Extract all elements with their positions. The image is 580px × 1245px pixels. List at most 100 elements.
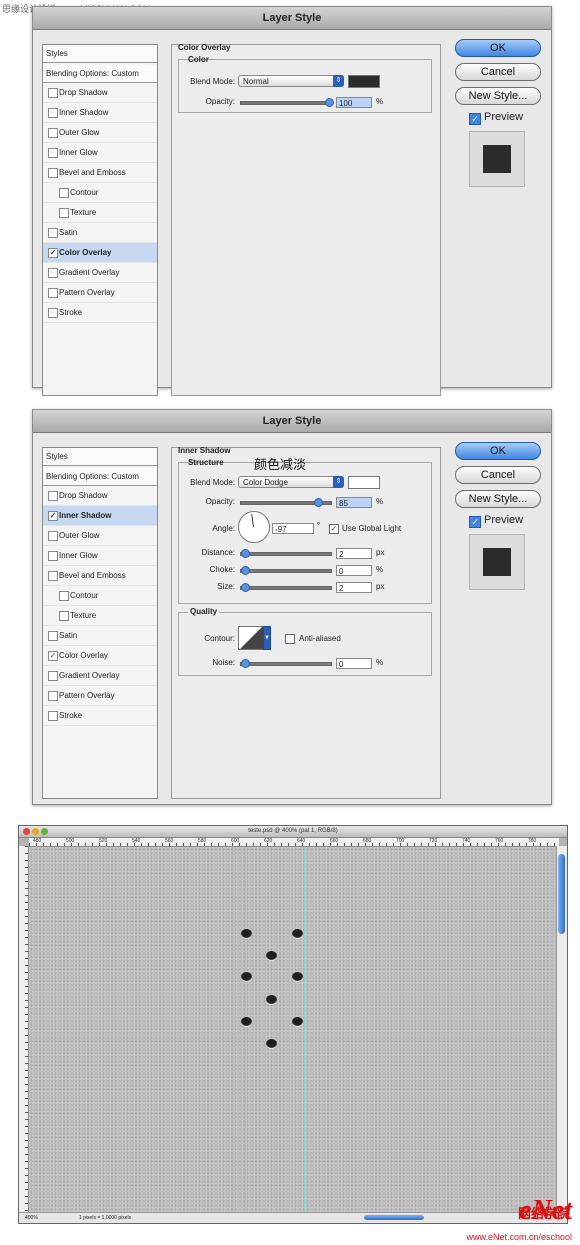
style-checkbox[interactable] bbox=[48, 88, 58, 98]
contour-thumbnail[interactable] bbox=[238, 626, 264, 650]
sidebar-item-pattern-overlay[interactable]: Pattern Overlay bbox=[43, 686, 157, 706]
contour-dropdown-arrow-icon[interactable]: ▼ bbox=[263, 626, 271, 650]
style-checkbox[interactable] bbox=[48, 148, 58, 158]
opacity-field[interactable]: 100 bbox=[336, 97, 372, 108]
sidebar-item-outer-glow[interactable]: Outer Glow bbox=[43, 123, 157, 143]
sidebar-item-color-overlay[interactable]: ✓ Color Overlay bbox=[43, 646, 157, 666]
sidebar-item-inner-shadow[interactable]: Inner Shadow bbox=[43, 103, 157, 123]
sidebar-item-contour[interactable]: Contour bbox=[43, 183, 157, 203]
zoom-window-icon[interactable] bbox=[41, 828, 48, 835]
style-checkbox[interactable] bbox=[48, 571, 58, 581]
image-canvas[interactable] bbox=[29, 847, 555, 1212]
noise-slider[interactable] bbox=[240, 659, 332, 668]
sidebar-item-gradient-overlay[interactable]: Gradient Overlay bbox=[43, 263, 157, 283]
style-checkbox[interactable] bbox=[59, 591, 69, 601]
sidebar-item-inner-glow[interactable]: Inner Glow bbox=[43, 143, 157, 163]
blending-options-item[interactable]: Blending Options: Custom bbox=[43, 65, 157, 83]
style-checkbox[interactable] bbox=[48, 671, 58, 681]
vertical-scrollbar[interactable] bbox=[556, 846, 567, 1212]
style-checkbox[interactable] bbox=[48, 308, 58, 318]
style-checkbox[interactable] bbox=[48, 228, 58, 238]
angle-field[interactable]: -97 bbox=[272, 523, 314, 534]
overlay-color-swatch[interactable] bbox=[348, 75, 380, 88]
document-info[interactable]: 1 pixels = 1.0000 pixels bbox=[79, 1213, 131, 1223]
style-checkbox[interactable] bbox=[59, 188, 69, 198]
sidebar-item-color-overlay[interactable]: ✓ Color Overlay bbox=[43, 243, 157, 263]
sidebar-item-drop-shadow[interactable]: Drop Shadow bbox=[43, 83, 157, 103]
anti-aliased-checkbox[interactable] bbox=[285, 634, 295, 644]
noise-field[interactable]: 0 bbox=[336, 658, 372, 669]
ok-button[interactable]: OK bbox=[455, 442, 541, 460]
sidebar-item-drop-shadow[interactable]: Drop Shadow bbox=[43, 486, 157, 506]
size-slider-knob[interactable] bbox=[241, 583, 250, 592]
style-checkbox[interactable] bbox=[48, 168, 58, 178]
style-checkbox[interactable] bbox=[48, 128, 58, 138]
style-checkbox[interactable] bbox=[48, 108, 58, 118]
cancel-button[interactable]: Cancel bbox=[455, 466, 541, 484]
styles-header[interactable]: Styles bbox=[43, 448, 157, 466]
sidebar-item-outer-glow[interactable]: Outer Glow bbox=[43, 526, 157, 546]
sidebar-item-inner-glow[interactable]: Inner Glow bbox=[43, 546, 157, 566]
sidebar-item-stroke[interactable]: Stroke bbox=[43, 706, 157, 726]
new-style-button[interactable]: New Style... bbox=[455, 87, 541, 105]
noise-slider-knob[interactable] bbox=[241, 659, 250, 668]
sidebar-item-stroke[interactable]: Stroke bbox=[43, 303, 157, 323]
style-checkbox[interactable]: ✓ bbox=[48, 511, 58, 521]
minimize-window-icon[interactable] bbox=[32, 828, 39, 835]
sidebar-item-bevel-and-emboss[interactable]: Bevel and Emboss bbox=[43, 566, 157, 586]
new-style-button[interactable]: New Style... bbox=[455, 490, 541, 508]
vertical-scroll-thumb[interactable] bbox=[558, 854, 565, 934]
style-checkbox[interactable] bbox=[59, 611, 69, 621]
size-slider[interactable] bbox=[240, 583, 332, 592]
distance-slider[interactable] bbox=[240, 549, 332, 558]
blend-mode-dropdown[interactable]: Color Dodge ⇕ bbox=[238, 476, 344, 488]
blending-options-item[interactable]: Blending Options: Custom bbox=[43, 468, 157, 486]
sidebar-item-pattern-overlay[interactable]: Pattern Overlay bbox=[43, 283, 157, 303]
cancel-button[interactable]: Cancel bbox=[455, 63, 541, 81]
style-checkbox[interactable] bbox=[48, 531, 58, 541]
shadow-color-swatch[interactable] bbox=[348, 476, 380, 489]
preview-checkbox[interactable]: ✓ bbox=[469, 516, 481, 528]
opacity-slider-knob[interactable] bbox=[314, 498, 323, 507]
zoom-level[interactable]: 400% bbox=[25, 1213, 38, 1223]
horizontal-ruler[interactable] bbox=[29, 838, 559, 847]
sidebar-item-satin[interactable]: Satin bbox=[43, 223, 157, 243]
opacity-field[interactable]: 85 bbox=[336, 497, 372, 508]
ok-button[interactable]: OK bbox=[455, 39, 541, 57]
preview-checkbox[interactable]: ✓ bbox=[469, 113, 481, 125]
style-checkbox[interactable] bbox=[48, 691, 58, 701]
sidebar-item-contour[interactable]: Contour bbox=[43, 586, 157, 606]
style-checkbox[interactable]: ✓ bbox=[48, 651, 58, 661]
style-checkbox[interactable] bbox=[48, 491, 58, 501]
opacity-slider[interactable] bbox=[240, 98, 334, 107]
angle-dial[interactable] bbox=[238, 511, 270, 543]
sidebar-item-bevel-and-emboss[interactable]: Bevel and Emboss bbox=[43, 163, 157, 183]
size-field[interactable]: 2 bbox=[336, 582, 372, 593]
sidebar-item-satin[interactable]: Satin bbox=[43, 626, 157, 646]
style-checkbox[interactable] bbox=[59, 208, 69, 218]
style-checkbox[interactable] bbox=[48, 631, 58, 641]
style-checkbox[interactable] bbox=[48, 711, 58, 721]
sidebar-item-gradient-overlay[interactable]: Gradient Overlay bbox=[43, 666, 157, 686]
style-checkbox[interactable] bbox=[48, 268, 58, 278]
sidebar-item-inner-shadow[interactable]: ✓ Inner Shadow bbox=[43, 506, 157, 526]
sidebar-item-texture[interactable]: Texture bbox=[43, 606, 157, 626]
opacity-slider[interactable] bbox=[240, 498, 332, 507]
choke-field[interactable]: 0 bbox=[336, 565, 372, 576]
styles-header[interactable]: Styles bbox=[43, 45, 157, 63]
style-checkbox[interactable]: ✓ bbox=[48, 248, 58, 258]
distance-slider-knob[interactable] bbox=[241, 549, 250, 558]
sidebar-item-texture[interactable]: Texture bbox=[43, 203, 157, 223]
choke-slider-knob[interactable] bbox=[241, 566, 250, 575]
style-checkbox[interactable] bbox=[48, 288, 58, 298]
vertical-ruler[interactable] bbox=[19, 846, 29, 1212]
horizontal-scroll-thumb[interactable] bbox=[364, 1215, 424, 1220]
opacity-slider-knob[interactable] bbox=[325, 98, 334, 107]
choke-slider[interactable] bbox=[240, 566, 332, 575]
blend-mode-dropdown[interactable]: Normal ⇕ bbox=[238, 75, 344, 87]
distance-field[interactable]: 2 bbox=[336, 548, 372, 559]
close-window-icon[interactable] bbox=[23, 828, 30, 835]
style-checkbox[interactable] bbox=[48, 551, 58, 561]
guide-vertical bbox=[304, 847, 305, 1212]
use-global-light-checkbox[interactable]: ✓ bbox=[329, 524, 339, 534]
